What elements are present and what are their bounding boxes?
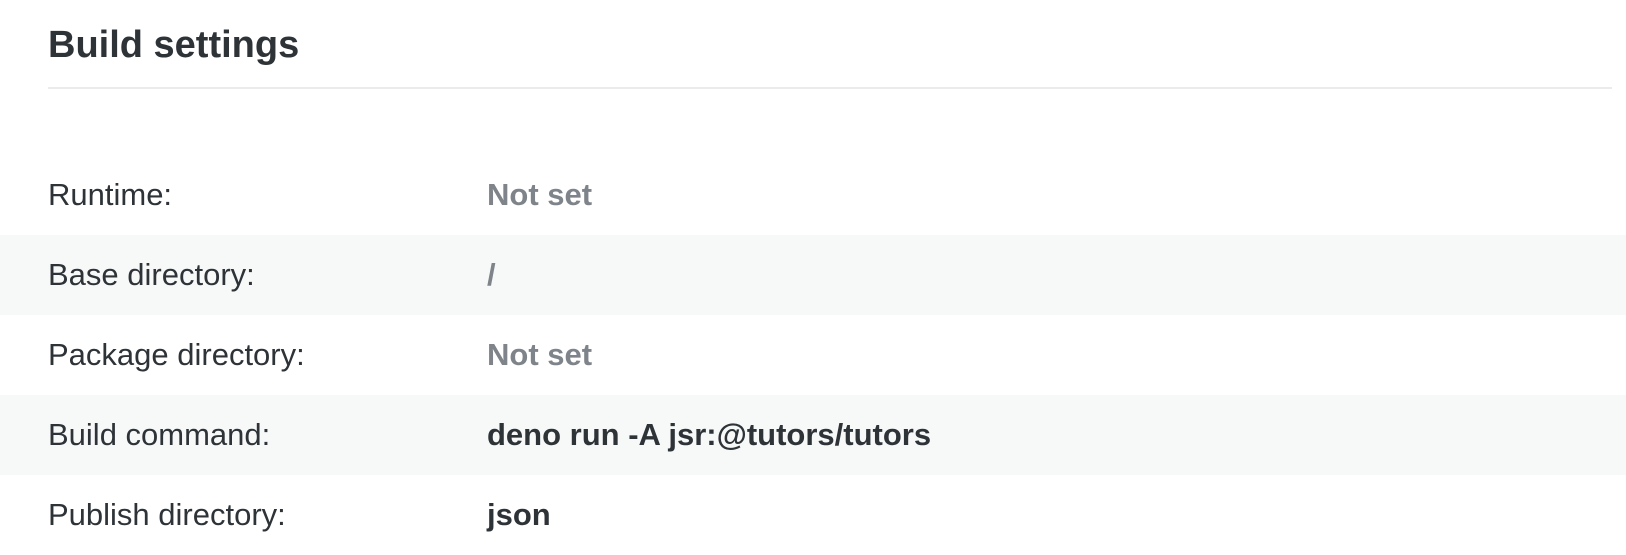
build-settings-list: Runtime: Not set Base directory: / Packa…: [0, 155, 1626, 555]
publish-directory-label: Publish directory:: [48, 497, 286, 532]
package-directory-value: Not set: [487, 337, 593, 372]
setting-row-base-directory: Base directory: /: [0, 235, 1626, 315]
title-divider: [48, 87, 1612, 89]
setting-row-build-command: Build command: deno run -A jsr:@tutors/t…: [0, 395, 1626, 475]
package-directory-label: Package directory:: [48, 337, 305, 372]
build-command-value: deno run -A jsr:@tutors/tutors: [487, 417, 932, 452]
setting-row-package-directory: Package directory: Not set: [0, 315, 1626, 395]
base-directory-value: /: [487, 257, 496, 292]
build-command-label: Build command:: [48, 417, 271, 452]
base-directory-label: Base directory:: [48, 257, 255, 292]
runtime-label: Runtime:: [48, 177, 173, 212]
publish-directory-value: json: [487, 497, 551, 532]
runtime-value: Not set: [487, 177, 593, 212]
setting-row-publish-directory: Publish directory: json: [0, 475, 1626, 555]
section-title: Build settings: [48, 24, 300, 66]
setting-row-runtime: Runtime: Not set: [0, 155, 1626, 235]
